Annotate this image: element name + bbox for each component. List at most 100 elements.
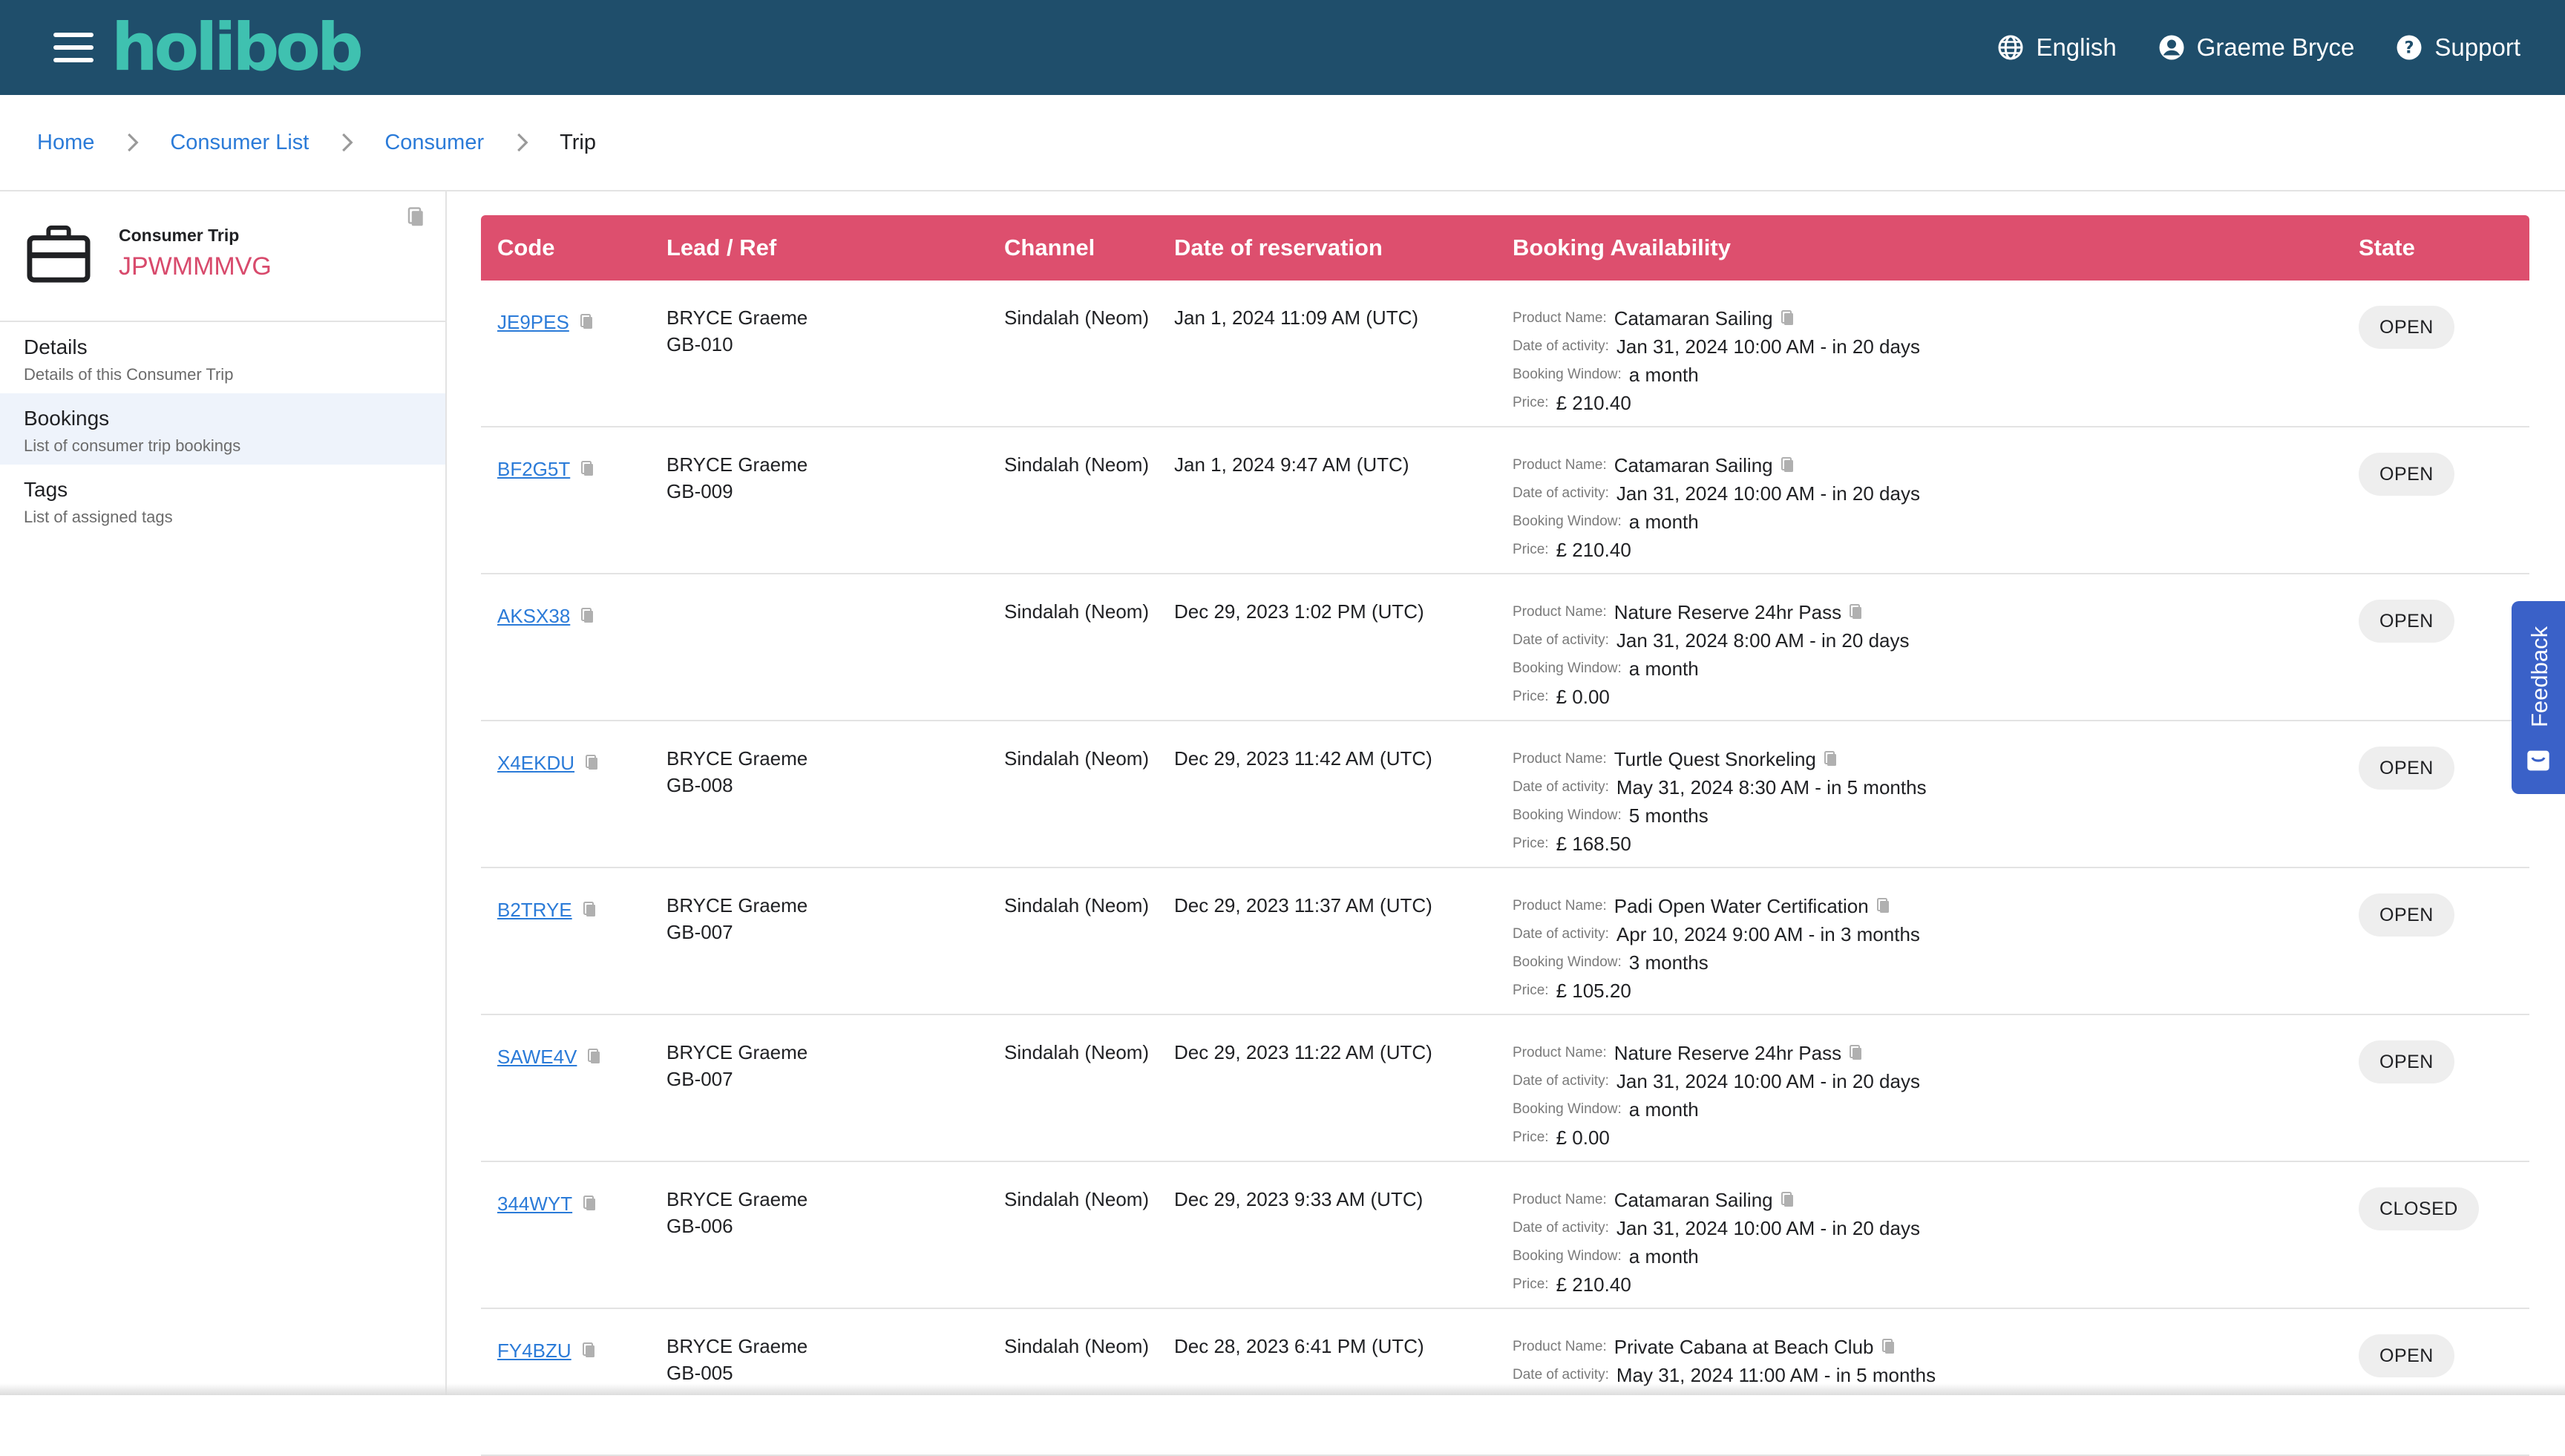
status-badge[interactable]: OPEN bbox=[2359, 453, 2454, 496]
activity-date-value: Jan 31, 2024 10:00 AM - in 20 days bbox=[1616, 479, 1920, 508]
status-badge[interactable]: OPEN bbox=[2359, 747, 2454, 790]
breadcrumb-home[interactable]: Home bbox=[37, 131, 94, 155]
price-value: £ 168.50 bbox=[1556, 830, 1631, 858]
booking-window-label: Booking Window: bbox=[1513, 361, 1622, 389]
activity-date-label: Date of activity: bbox=[1513, 1214, 1609, 1242]
language-label: English bbox=[2036, 33, 2116, 62]
booking-window-label: Booking Window: bbox=[1513, 508, 1622, 536]
copy-icon[interactable] bbox=[587, 1048, 602, 1066]
lead-ref-cell: BRYCE GraemeGB-008 bbox=[666, 745, 808, 798]
language-selector[interactable]: English bbox=[1997, 33, 2116, 62]
copy-icon[interactable] bbox=[580, 607, 595, 625]
column-header-state[interactable]: State bbox=[2359, 235, 2415, 261]
copy-icon[interactable] bbox=[407, 206, 426, 229]
activity-date-value: Jan 31, 2024 10:00 AM - in 20 days bbox=[1616, 332, 1920, 361]
account-icon bbox=[2158, 34, 2185, 61]
lead-ref: GB-005 bbox=[666, 1360, 808, 1386]
column-header-availability[interactable]: Booking Availability bbox=[1513, 235, 1731, 261]
status-badge[interactable]: OPEN bbox=[2359, 1334, 2454, 1377]
product-name-label: Product Name: bbox=[1513, 451, 1607, 479]
table-row: B2TRYEBRYCE GraemeGB-007Sindalah (Neom)D… bbox=[481, 868, 2529, 1015]
lead-ref: GB-009 bbox=[666, 478, 808, 505]
copy-icon[interactable] bbox=[1849, 1044, 1864, 1062]
column-header-channel[interactable]: Channel bbox=[1004, 235, 1095, 261]
booking-code-link[interactable]: B2TRYE bbox=[497, 896, 572, 923]
chevron-right-icon bbox=[508, 128, 536, 157]
booking-code-link[interactable]: SAWE4V bbox=[497, 1043, 577, 1070]
activity-date-label: Date of activity: bbox=[1513, 920, 1609, 948]
sidebar-item-bookings[interactable]: Bookings List of consumer trip bookings bbox=[0, 393, 445, 465]
user-name: Graeme Bryce bbox=[2197, 33, 2355, 62]
table-row: X4EKDUBRYCE GraemeGB-008Sindalah (Neom)D… bbox=[481, 721, 2529, 868]
status-badge[interactable]: CLOSED bbox=[2359, 1187, 2479, 1230]
activity-date-line: Date of activity:Jan 31, 2024 10:00 AM -… bbox=[1513, 479, 1920, 508]
state-cell: OPEN bbox=[2359, 453, 2454, 496]
sidebar-item-tags[interactable]: Tags List of assigned tags bbox=[0, 465, 445, 536]
channel-cell: Sindalah (Neom) bbox=[1004, 304, 1149, 331]
copy-icon[interactable] bbox=[1824, 750, 1838, 768]
copy-icon[interactable] bbox=[1781, 1191, 1795, 1209]
product-name-line: Product Name:Catamaran Sailing bbox=[1513, 304, 1920, 332]
booking-code-link[interactable]: X4EKDU bbox=[497, 750, 574, 776]
product-name-value: Turtle Quest Snorkeling bbox=[1614, 745, 1816, 773]
booking-window-line: Booking Window:a month bbox=[1513, 361, 1920, 389]
column-header-code[interactable]: Code bbox=[497, 235, 555, 261]
sidebar-item-details[interactable]: Details Details of this Consumer Trip bbox=[0, 322, 445, 393]
copy-icon[interactable] bbox=[1781, 309, 1795, 327]
feedback-tab[interactable]: Feedback bbox=[2512, 601, 2565, 794]
status-badge[interactable]: OPEN bbox=[2359, 306, 2454, 349]
chevron-right-icon bbox=[332, 128, 361, 157]
lead-name: BRYCE Graeme bbox=[666, 1039, 808, 1066]
booking-code-link[interactable]: JE9PES bbox=[497, 309, 569, 335]
price-value: £ 0.00 bbox=[1556, 683, 1610, 711]
column-header-lead-ref[interactable]: Lead / Ref bbox=[666, 235, 776, 261]
copy-icon[interactable] bbox=[1876, 897, 1891, 915]
activity-date-label: Date of activity: bbox=[1513, 479, 1609, 508]
booking-code-link[interactable]: 344WYT bbox=[497, 1190, 572, 1217]
product-name-value: Padi Open Water Certification bbox=[1614, 892, 1869, 920]
copy-icon[interactable] bbox=[582, 1342, 597, 1360]
reservation-date-cell: Dec 29, 2023 11:42 AM (UTC) bbox=[1174, 745, 1432, 772]
sidebar-item-title: Bookings bbox=[24, 407, 422, 430]
status-badge[interactable]: OPEN bbox=[2359, 1040, 2454, 1083]
price-label: Price: bbox=[1513, 389, 1549, 417]
user-menu[interactable]: Graeme Bryce bbox=[2158, 33, 2355, 62]
menu-icon[interactable] bbox=[53, 33, 94, 62]
copy-icon[interactable] bbox=[1881, 1338, 1896, 1356]
copy-icon[interactable] bbox=[1781, 456, 1795, 474]
booking-window-value: 3 months bbox=[1629, 948, 1709, 977]
activity-date-line: Date of activity:Apr 10, 2024 9:00 AM - … bbox=[1513, 920, 1920, 948]
copy-icon[interactable] bbox=[583, 1195, 597, 1213]
copy-icon[interactable] bbox=[580, 460, 595, 478]
column-header-date[interactable]: Date of reservation bbox=[1174, 235, 1383, 261]
copy-icon[interactable] bbox=[580, 313, 594, 331]
booking-code-cell: BF2G5T bbox=[497, 456, 595, 482]
breadcrumb-current: Trip bbox=[560, 131, 596, 155]
booking-code-cell: SAWE4V bbox=[497, 1043, 602, 1070]
status-badge[interactable]: OPEN bbox=[2359, 600, 2454, 643]
booking-code-link[interactable]: FY4BZU bbox=[497, 1337, 571, 1364]
app-logo[interactable]: holibob bbox=[111, 10, 360, 85]
copy-icon[interactable] bbox=[585, 754, 600, 772]
sidebar-item-title: Details bbox=[24, 335, 422, 359]
reservation-date-cell: Dec 29, 2023 11:37 AM (UTC) bbox=[1174, 892, 1432, 919]
copy-icon[interactable] bbox=[583, 901, 597, 919]
booking-code-link[interactable]: BF2G5T bbox=[497, 456, 570, 482]
booking-code-link[interactable]: AKSX38 bbox=[497, 603, 570, 629]
breadcrumb-consumer-list[interactable]: Consumer List bbox=[170, 131, 309, 155]
state-cell: OPEN bbox=[2359, 600, 2454, 643]
availability-cell: Product Name:Nature Reserve 24hr PassDat… bbox=[1513, 1039, 1920, 1152]
support-link[interactable]: ? Support bbox=[2396, 33, 2520, 62]
price-line: Price:£ 0.00 bbox=[1513, 1124, 1920, 1152]
status-badge[interactable]: OPEN bbox=[2359, 893, 2454, 937]
activity-date-line: Date of activity:Jan 31, 2024 8:00 AM - … bbox=[1513, 626, 1910, 655]
copy-icon[interactable] bbox=[1849, 603, 1864, 621]
breadcrumb-consumer[interactable]: Consumer bbox=[384, 131, 484, 155]
price-line: Price:£ 210.40 bbox=[1513, 389, 1920, 417]
sidebar-item-subtitle: List of consumer trip bookings bbox=[24, 436, 422, 456]
booking-window-line: Booking Window:5 months bbox=[1513, 801, 1927, 830]
price-value: £ 210.40 bbox=[1556, 536, 1631, 564]
product-name-label: Product Name: bbox=[1513, 304, 1607, 332]
trip-code: JPWMMMVG bbox=[119, 252, 272, 281]
activity-date-line: Date of activity:May 31, 2024 8:30 AM - … bbox=[1513, 773, 1927, 801]
